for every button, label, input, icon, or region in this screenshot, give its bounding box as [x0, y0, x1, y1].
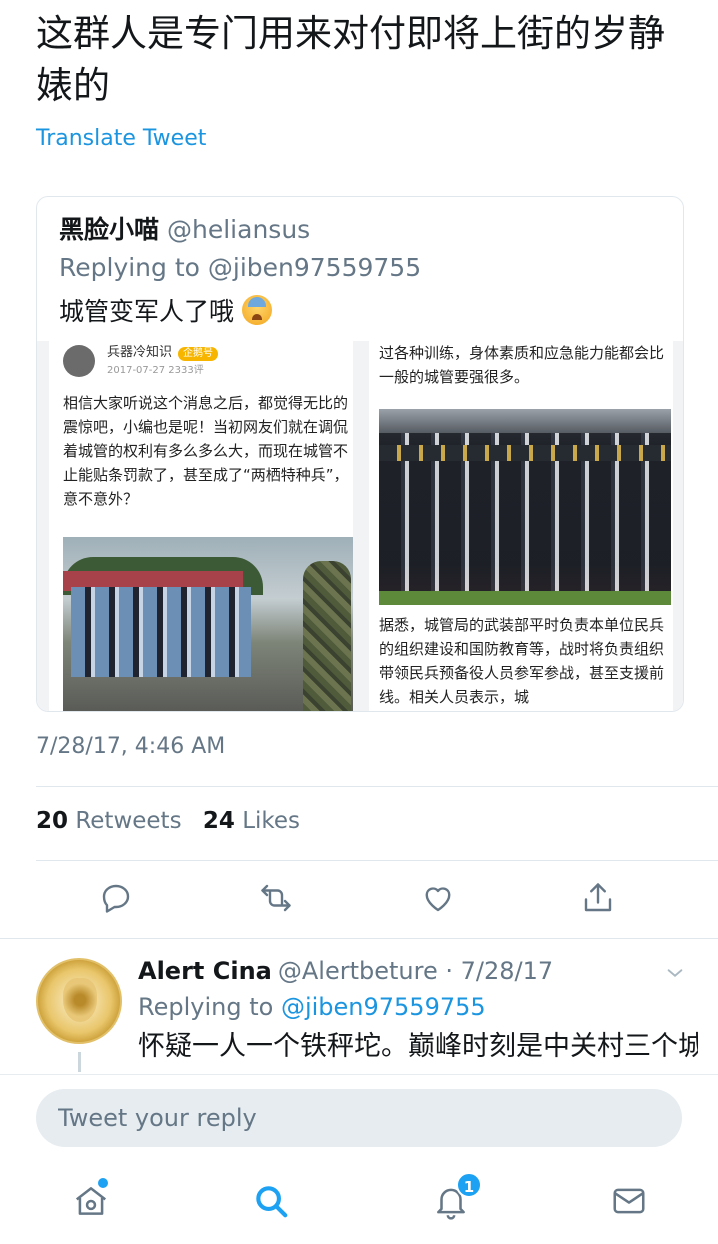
- messages-envelope-icon[interactable]: [610, 1182, 650, 1222]
- retweets-label[interactable]: Retweets: [75, 808, 181, 834]
- thread-line: [78, 1052, 81, 1072]
- article-text-right-top: 过各种训练，身体素质和应急能力能都会比一般的城管要强很多。: [379, 344, 665, 386]
- search-icon[interactable]: [252, 1182, 292, 1222]
- photo-marching-officers: [379, 409, 671, 605]
- article-text-left: 相信大家听说这个消息之后，都觉得无比的震惊吧，小编也是呢！当初网友们就在调侃着城…: [63, 394, 349, 508]
- media-image-right[interactable]: 过各种训练，身体素质和应急能力能都会比一般的城管要强很多。 据悉，城管局的武装部…: [369, 341, 673, 711]
- tweet-text: 这群人是专门用来对付即将上街的岁静婊的: [36, 12, 665, 107]
- reply-header: Alert Cina @Alertbeture · 7/28/17: [138, 954, 553, 988]
- article-text-right-bottom: 据悉，城管局的武装部平时负责本单位民兵的组织建设和国防教育等，战时将负责组织带领…: [379, 616, 665, 706]
- home-icon[interactable]: [72, 1178, 112, 1222]
- quoted-tweet-header: 黑脸小喵 @heliansus Replying to @jiben9755975…: [59, 211, 421, 331]
- tweet-timestamp: 7/28/17, 4:46 AM: [36, 734, 226, 759]
- anxious-face-emoji-icon: [241, 295, 272, 325]
- media-image-left[interactable]: 兵器冷知识 企鹅号 2017-07-27 2333评 相信大家听说这个消息之后，都…: [49, 341, 353, 711]
- retweet-icon[interactable]: [258, 880, 298, 920]
- reply-input[interactable]: [36, 1089, 682, 1147]
- retweets-count[interactable]: 20: [36, 808, 68, 834]
- source-name: 兵器冷知识 企鹅号: [107, 341, 219, 361]
- source-badge: 企鹅号: [178, 347, 219, 361]
- tweet-stats: 20 Retweets 24 Likes: [36, 808, 300, 834]
- notifications-bell-icon[interactable]: 1: [432, 1172, 482, 1222]
- quoted-author-name: 黑脸小喵: [59, 215, 160, 244]
- reply-icon[interactable]: [98, 880, 138, 920]
- replying-to-label: Replying to: [138, 993, 274, 1021]
- heart-icon[interactable]: [420, 880, 460, 920]
- chevron-down-icon[interactable]: [664, 962, 686, 984]
- source-name-text: 兵器冷知识: [107, 345, 173, 360]
- divider: [36, 786, 718, 787]
- photo-saluting-officers: [63, 537, 353, 711]
- reply-replying-to: Replying to @jiben97559755: [138, 990, 486, 1024]
- divider: [0, 938, 718, 939]
- quoted-tweet[interactable]: 黑脸小喵 @heliansus Replying to @jiben9755975…: [36, 196, 684, 712]
- quoted-replying-to: Replying to @jiben97559755: [59, 253, 422, 282]
- quoted-tweet-text: 城管变军人了哦: [59, 297, 235, 326]
- quoted-author-handle: @heliansus: [167, 215, 311, 244]
- likes-label[interactable]: Likes: [242, 808, 300, 834]
- translate-tweet-link[interactable]: Translate Tweet: [36, 126, 206, 151]
- divider: [36, 860, 718, 861]
- share-icon[interactable]: [580, 880, 620, 920]
- home-new-dot: [98, 1178, 108, 1188]
- bottom-tab-bar: 1: [0, 1170, 718, 1244]
- replying-to-mention[interactable]: @jiben97559755: [281, 993, 486, 1021]
- reply-author-name[interactable]: Alert Cina: [138, 957, 272, 985]
- reply-author-handle-time: @Alertbeture · 7/28/17: [277, 957, 554, 985]
- quoted-media[interactable]: 兵器冷知识 企鹅号 2017-07-27 2333评 相信大家听说这个消息之后，都…: [37, 341, 683, 711]
- notifications-badge: 1: [456, 1172, 482, 1198]
- source-avatar: [63, 345, 95, 377]
- reply-composer: [0, 1074, 718, 1170]
- reply-tweet-text: 怀疑一人一个铁秤坨。巅峰时刻是中关村三个城管被新疆人砍，而真的伤亡比1：4，运比…: [138, 1031, 698, 1062]
- likes-count[interactable]: 24: [203, 808, 235, 834]
- source-meta: 2017-07-27 2333评: [107, 365, 204, 376]
- reply-author-avatar[interactable]: [36, 958, 122, 1044]
